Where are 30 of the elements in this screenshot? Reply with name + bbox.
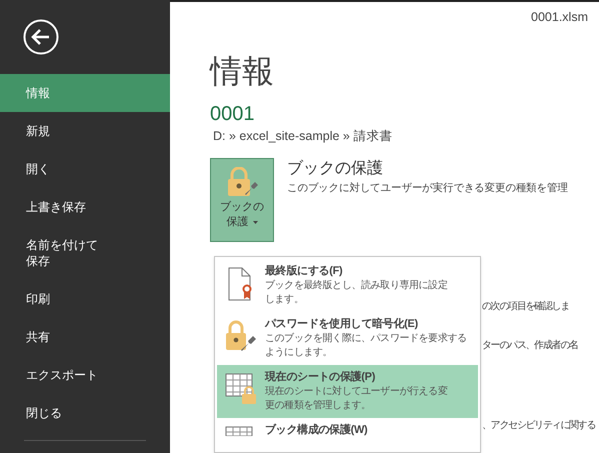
back-icon[interactable]	[23, 19, 59, 55]
document-name: 0001	[210, 102, 256, 126]
document-path: D: » excel_site-sample » 請求書	[213, 128, 394, 144]
page-title: 情報	[210, 52, 275, 91]
info-text: ターのパス、作成者の名	[482, 338, 578, 353]
menu-item-description: このブックを開く際に、パスワードを要求する	[265, 332, 467, 346]
menu-item[interactable]: 現在のシートの保護(P) 現在のシートに対してユーザーが行える変 更の種類を管理します。	[217, 365, 478, 418]
caret-icon	[252, 220, 258, 224]
section-description: このブックに対してユーザーが実行できる変更の種類を管理	[287, 180, 568, 196]
sidebar-item[interactable]: 共有	[0, 318, 170, 356]
sidebar-item[interactable]: 開く	[0, 150, 170, 188]
menu-item-description: 現在のシートに対してユーザーが行える変	[265, 385, 448, 399]
sidebar-item[interactable]: 名前を付けて保存	[0, 226, 170, 280]
section-title: ブックの保護	[287, 158, 384, 179]
protect-workbook-button[interactable]: ブックの 保護	[210, 158, 274, 242]
sidebar-item[interactable]: 情報	[0, 74, 170, 112]
sidebar-item[interactable]: 閉じる	[0, 394, 170, 432]
menu-item-description: します。	[265, 293, 304, 307]
sidebar-item[interactable]: 印刷	[0, 280, 170, 318]
sheet-lock-icon	[225, 373, 257, 405]
sidebar-item[interactable]: エクスポート	[0, 356, 170, 394]
file-name: 0001.xlsm	[531, 9, 588, 26]
lock-key-icon	[225, 320, 257, 352]
sidebar-item[interactable]: 新規	[0, 112, 170, 150]
info-text: 、アクセシビリティに関する	[482, 418, 596, 433]
menu-item-description: ブックを最終版とし、読み取り専用に設定	[265, 279, 448, 293]
info-text: の次の項目を確認しま	[482, 300, 570, 314]
menu-item-description: ようにします。	[265, 346, 334, 360]
menu-item-description: 更の種類を管理します。	[265, 399, 372, 413]
sidebar-item[interactable]: 上書き保存	[0, 188, 170, 226]
